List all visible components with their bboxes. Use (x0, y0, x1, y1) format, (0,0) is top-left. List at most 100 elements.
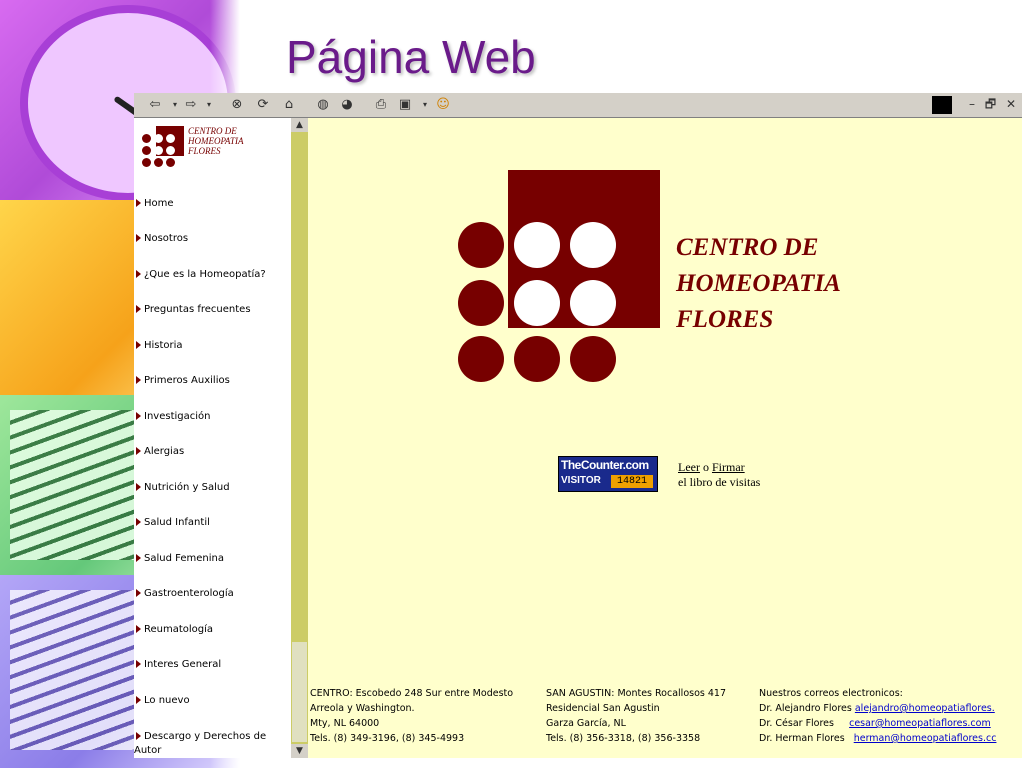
logo-dots-icon (142, 126, 186, 174)
footer-emails-title: Nuestros correos electronicos: (759, 688, 903, 699)
nav-item-nosotros[interactable]: Nosotros (136, 233, 188, 244)
footer-line: Tels. (8) 356-3318, (8) 356-3358 (546, 733, 701, 744)
nav-label: Descargo y Derechos de (144, 731, 267, 742)
nav-item-primeros-auxilios[interactable]: Primeros Auxilios (136, 375, 230, 386)
sidebar-scrollbar[interactable]: ▲ ▼ (291, 118, 308, 758)
footer-san-agustin: SAN AGUSTIN: Montes Rocallosos 417 Resid… (546, 686, 726, 746)
bullet-arrow-icon (136, 483, 141, 491)
browser-toolbar: ⇦ ▾ ⇨ ▾ ⊗ ⟳ ⌂ ◍ ◕ ⎙ ▣ ▾ ☺ – 🗗 ✕ (134, 93, 1022, 118)
windows-logo-icon (932, 96, 952, 114)
nav-label: Reumatología (144, 624, 214, 635)
sidebar: CENTRO DE HOMEOPATIA FLORES Home Nosotro… (134, 118, 291, 758)
nav-item-historia[interactable]: Historia (136, 340, 183, 351)
nav-item-investigacion[interactable]: Investigación (136, 411, 210, 422)
nav-label: Gastroenterología (144, 588, 234, 599)
search-icon[interactable]: ◍ (314, 96, 332, 114)
scroll-up-icon[interactable]: ▲ (291, 118, 308, 132)
doctor-name: Dr. Herman Flores (759, 733, 845, 744)
main-content: CENTRO DE HOMEOPATIA FLORES TheCounter.c… (308, 118, 1022, 758)
logo-small[interactable]: CENTRO DE HOMEOPATIA FLORES (142, 126, 282, 174)
nav-item-salud-femenina[interactable]: Salud Femenina (136, 553, 224, 564)
guestbook-sign-link[interactable]: Firmar (712, 460, 745, 474)
bullet-arrow-icon (136, 341, 141, 349)
nav-item-preguntas[interactable]: Preguntas frecuentes (136, 304, 251, 315)
logo-small-line: CENTRO DE (188, 126, 237, 136)
close-icon[interactable]: ✕ (1006, 97, 1016, 111)
nav-label: Lo nuevo (144, 695, 190, 706)
messenger-icon[interactable]: ☺ (434, 96, 452, 114)
guestbook: Leer o Firmar el libro de visitas (678, 460, 760, 490)
bullet-arrow-icon (136, 234, 141, 242)
logo-dot (570, 222, 616, 268)
nav-label: Salud Infantil (144, 517, 210, 528)
bullet-arrow-icon (136, 518, 141, 526)
nav-item-home[interactable]: Home (136, 198, 174, 209)
nav-item-alergias[interactable]: Alergias (136, 446, 184, 457)
history-icon[interactable]: ◕ (338, 96, 356, 114)
bullet-arrow-icon (136, 305, 141, 313)
nav-label: Salud Femenina (144, 553, 224, 564)
logo-big-line: CENTRO DE (676, 234, 819, 261)
bullet-arrow-icon (136, 447, 141, 455)
nav-label: ¿Que es la Homeopatía? (144, 269, 266, 280)
counter-label: VISITOR (561, 475, 601, 486)
nav-label: Preguntas frecuentes (144, 304, 251, 315)
nav-item-salud-infantil[interactable]: Salud Infantil (136, 517, 210, 528)
scroll-down-icon[interactable]: ▼ (291, 744, 308, 758)
bullet-arrow-icon (136, 660, 141, 668)
back-icon[interactable]: ⇦ (146, 96, 164, 114)
logo-big: CENTRO DE HOMEOPATIA FLORES (458, 170, 878, 382)
nav-item-interes-general[interactable]: Interes General (136, 659, 221, 670)
nav-label: Autor (134, 745, 162, 756)
nav-item-lo-nuevo[interactable]: Lo nuevo (136, 695, 190, 706)
guestbook-read-link[interactable]: Leer (678, 460, 700, 474)
bullet-arrow-icon (136, 696, 141, 704)
bullet-arrow-icon (136, 412, 141, 420)
logo-small-line: FLORES (188, 146, 221, 156)
footer-line: CENTRO: Escobedo 248 Sur entre Modesto (310, 688, 514, 699)
email-row: Dr. Alejandro Flores alejandro@homeopati… (759, 701, 1021, 716)
logo-dot (514, 222, 560, 268)
nav-item-gastroenterologia[interactable]: Gastroenterología (136, 588, 234, 599)
forward-icon[interactable]: ⇨ (182, 96, 200, 114)
home-icon[interactable]: ⌂ (280, 96, 298, 114)
nav-label: Interes General (144, 659, 222, 670)
nav-label: Home (144, 198, 174, 209)
minimize-icon[interactable]: – (969, 97, 975, 111)
footer-line: Mty, NL 64000 (310, 718, 380, 729)
edit-icon[interactable]: ▣ (396, 96, 414, 114)
logo-small-line: HOMEOPATIA (188, 136, 244, 146)
counter-brand: TheCounter.com (561, 458, 649, 472)
footer-line: Garza García, NL (546, 718, 626, 729)
slide-title: Página Web (286, 31, 536, 83)
nav-label: Nosotros (144, 233, 189, 244)
visitor-counter[interactable]: TheCounter.com VISITOR 14821 (558, 456, 658, 492)
email-link[interactable]: alejandro@homeopatiaflores. (855, 703, 995, 714)
logo-dot (570, 280, 616, 326)
logo-dot (514, 280, 560, 326)
counter-value: 14821 (611, 475, 653, 488)
logo-big-line: HOMEOPATIA (676, 270, 841, 297)
scroll-thumb[interactable] (292, 642, 307, 742)
edit-dropdown-icon[interactable]: ▾ (416, 96, 434, 114)
nav-item-reumatologia[interactable]: Reumatología (136, 624, 213, 635)
bullet-arrow-icon (136, 376, 141, 384)
refresh-icon[interactable]: ⟳ (254, 96, 272, 114)
logo-small-text: CENTRO DE HOMEOPATIA FLORES (188, 126, 244, 156)
logo-dot (458, 222, 504, 268)
doctor-name: Dr. Alejandro Flores (759, 703, 852, 714)
nav-item-nutricion[interactable]: Nutrición y Salud (136, 482, 230, 493)
nav-item-descargo[interactable]: Descargo y Derechos de Autor (134, 730, 267, 758)
print-icon[interactable]: ⎙ (372, 96, 390, 114)
footer-line: SAN AGUSTIN: Montes Rocallosos 417 (546, 688, 726, 699)
stop-icon[interactable]: ⊗ (228, 96, 246, 114)
bullet-arrow-icon (136, 732, 141, 740)
email-link[interactable]: cesar@homeopatiaflores.com (849, 718, 991, 729)
footer-line: Arreola y Washington. (310, 703, 415, 714)
email-link[interactable]: herman@homeopatiaflores.cc (854, 733, 997, 744)
logo-big-text: CENTRO DE HOMEOPATIA FLORES (676, 230, 841, 338)
nav-label: Alergias (144, 446, 185, 457)
nav-item-que-es-homeopatia[interactable]: ¿Que es la Homeopatía? (136, 269, 266, 280)
forward-dropdown-icon[interactable]: ▾ (200, 96, 218, 114)
restore-icon[interactable]: 🗗 (985, 97, 996, 111)
